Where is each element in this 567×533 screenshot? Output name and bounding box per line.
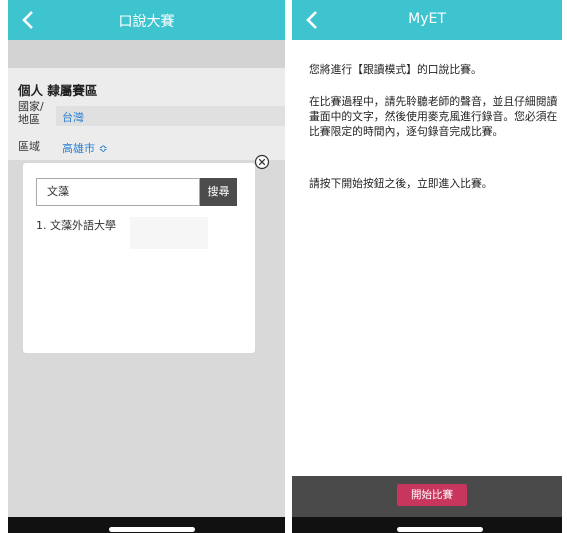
- search-dialog: 文藻 搜尋 1. 文藻外語大學: [23, 163, 255, 353]
- right-screen: MyET 您將進行【跟讀模式】的口說比賽。 在比賽過程中，請先聆聽老師的聲音，並…: [292, 0, 562, 533]
- start-contest-button[interactable]: 開始比賽: [397, 484, 467, 506]
- home-indicator-bar: [292, 517, 562, 533]
- region-label: 區域: [18, 140, 40, 153]
- page-title: 口說大賽: [118, 14, 175, 30]
- close-icon[interactable]: [254, 154, 270, 170]
- home-indicator-bar: [8, 517, 285, 533]
- search-button[interactable]: 搜尋: [200, 178, 237, 206]
- country-field[interactable]: [56, 106, 285, 126]
- country-label-line2: 地區: [18, 113, 40, 126]
- home-indicator[interactable]: [109, 527, 195, 532]
- country-label: 國家/ 地區: [18, 100, 44, 126]
- intro-text: 您將進行【跟讀模式】的口說比賽。: [309, 63, 482, 76]
- page-title: MyET: [408, 11, 446, 27]
- home-indicator[interactable]: [397, 527, 483, 532]
- search-input[interactable]: 文藻: [36, 178, 200, 206]
- result-item-wenzao[interactable]: 1. 文藻外語大學: [36, 217, 116, 233]
- faded-button: [130, 217, 208, 249]
- region-select[interactable]: 高雄市 ≎: [62, 140, 108, 156]
- instruction-text: 在比賽過程中，請先聆聽老師的聲音，並且仔細閱讀畫面中的文字，然後使用麥克風進行錄…: [309, 95, 558, 138]
- header-strip: [8, 40, 285, 68]
- left-screen: 口說大賽 個人 隸屬賽區 國家/ 地區 台灣 區域 高雄市 ≎ 文藻 搜尋 1.…: [8, 0, 285, 533]
- right-header: MyET: [292, 0, 562, 40]
- section-title: 個人 隸屬賽區: [18, 83, 98, 98]
- country-value: 台灣: [62, 111, 84, 124]
- left-header: 口說大賽: [8, 0, 285, 40]
- country-label-line1: 國家/: [18, 100, 44, 113]
- start-hint-text: 請按下開始按鈕之後，立即進入比賽。: [309, 177, 493, 190]
